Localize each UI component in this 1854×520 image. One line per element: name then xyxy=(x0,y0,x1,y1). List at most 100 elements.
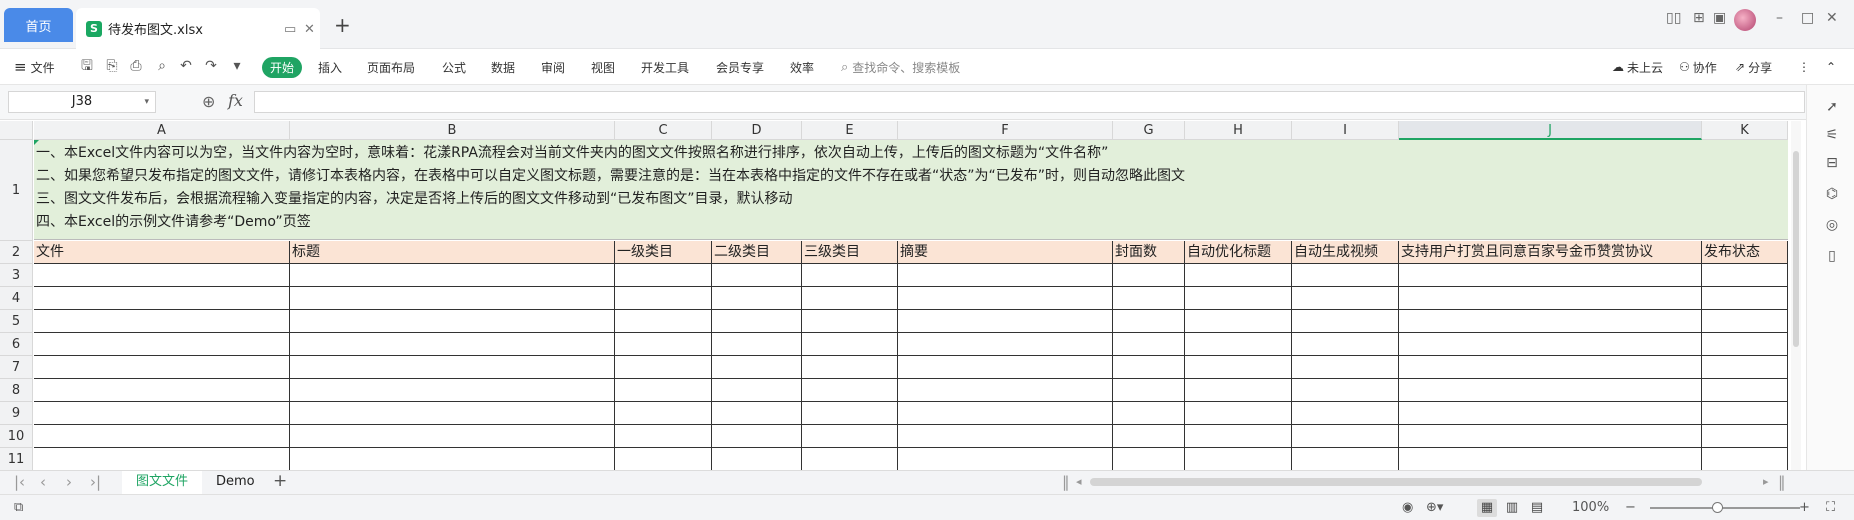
scroll-split-handle[interactable]: ‖ xyxy=(1062,473,1070,491)
zoom-search-icon[interactable]: ⊕ xyxy=(202,92,215,111)
table-cell[interactable] xyxy=(1399,333,1702,356)
skin-icon[interactable]: ▣ xyxy=(1713,10,1726,26)
tab-data[interactable]: 数据 xyxy=(491,49,515,85)
first-sheet-icon[interactable]: |‹ xyxy=(14,473,25,491)
table-cell[interactable] xyxy=(615,264,712,287)
print-icon[interactable]: ⎙ xyxy=(128,58,144,74)
column-header-c[interactable]: C xyxy=(615,121,712,140)
redo-icon[interactable]: ↷ xyxy=(203,58,219,74)
language-icon[interactable]: ⊕▾ xyxy=(1426,500,1443,515)
normal-view-button[interactable]: ▦ xyxy=(1477,499,1497,517)
header-cell[interactable]: 标题 xyxy=(290,241,615,264)
table-cell[interactable] xyxy=(1702,333,1788,356)
table-cell[interactable] xyxy=(1292,264,1399,287)
scroll-split-handle-right[interactable]: ‖ xyxy=(1778,473,1786,491)
table-cell[interactable] xyxy=(34,402,290,425)
table-cell[interactable] xyxy=(802,379,898,402)
table-cell[interactable] xyxy=(1292,379,1399,402)
table-cell[interactable] xyxy=(34,379,290,402)
table-cell[interactable] xyxy=(290,356,615,379)
table-cell[interactable] xyxy=(615,379,712,402)
vertical-scrollbar[interactable] xyxy=(1791,121,1801,470)
tab-start[interactable]: 开始 xyxy=(262,57,302,78)
column-header-a[interactable]: A xyxy=(34,121,290,140)
column-header-b[interactable]: B xyxy=(290,121,615,140)
sheet-tab-demo[interactable]: Demo xyxy=(202,471,269,494)
name-box[interactable]: J38 ▾ xyxy=(8,91,156,113)
collapse-ribbon-icon[interactable]: ⌃ xyxy=(1826,49,1836,85)
horizontal-scrollbar[interactable] xyxy=(1090,477,1702,487)
table-cell[interactable] xyxy=(1113,264,1185,287)
table-cell[interactable] xyxy=(1399,379,1702,402)
notes-merged-cell[interactable]: 一、本Excel文件内容可以为空，当文件内容为空时，意味着：花漾RPA流程会对当… xyxy=(34,140,1788,240)
column-header-e[interactable]: E xyxy=(802,121,898,140)
table-cell[interactable] xyxy=(712,448,802,470)
table-cell[interactable] xyxy=(34,356,290,379)
table-cell[interactable] xyxy=(34,264,290,287)
assistant-icon[interactable]: ⌬ xyxy=(1824,186,1840,202)
row-header[interactable]: 9 xyxy=(0,402,33,425)
table-cell[interactable] xyxy=(1185,310,1292,333)
sheet-tab-active[interactable]: 图文文件 xyxy=(122,471,203,494)
row-header[interactable]: 5 xyxy=(0,310,33,333)
row-header[interactable]: 2 xyxy=(0,241,33,264)
table-cell[interactable] xyxy=(898,333,1113,356)
table-cell[interactable] xyxy=(1399,287,1702,310)
table-cell[interactable] xyxy=(615,310,712,333)
header-cell[interactable]: 三级类目 xyxy=(802,241,898,264)
table-cell[interactable] xyxy=(1292,448,1399,470)
table-cell[interactable] xyxy=(290,264,615,287)
table-cell[interactable] xyxy=(34,310,290,333)
tab-page-layout[interactable]: 页面布局 xyxy=(367,49,415,85)
header-cell[interactable]: 自动生成视频 xyxy=(1292,241,1399,264)
cursor-select-icon[interactable]: ➚ xyxy=(1824,99,1840,115)
table-cell[interactable] xyxy=(712,425,802,448)
zoom-slider-track[interactable] xyxy=(1650,507,1800,509)
table-cell[interactable] xyxy=(1702,356,1788,379)
horizontal-scroll-thumb[interactable] xyxy=(1090,478,1702,486)
select-all-corner[interactable] xyxy=(0,121,33,140)
zoom-out-button[interactable]: − xyxy=(1625,500,1636,515)
last-sheet-icon[interactable]: ›| xyxy=(90,473,101,491)
sliders-icon[interactable]: ⚟ xyxy=(1824,127,1840,143)
maximize-icon[interactable]: □ xyxy=(1801,10,1814,26)
table-cell[interactable] xyxy=(1702,425,1788,448)
eye-protect-icon[interactable]: ◉ xyxy=(1402,500,1413,515)
column-header-h[interactable]: H xyxy=(1185,121,1292,140)
column-header-g[interactable]: G xyxy=(1113,121,1185,140)
table-cell[interactable] xyxy=(1185,448,1292,470)
column-header-d[interactable]: D xyxy=(712,121,802,140)
monitor-icon[interactable]: ▭ xyxy=(284,22,296,37)
table-cell[interactable] xyxy=(898,264,1113,287)
table-cell[interactable] xyxy=(802,333,898,356)
save-icon[interactable]: 🖫 xyxy=(79,58,95,74)
row-header[interactable]: 10 xyxy=(0,425,33,448)
tab-efficiency[interactable]: 效率 xyxy=(790,49,814,85)
table-cell[interactable] xyxy=(1185,264,1292,287)
table-cell[interactable] xyxy=(1113,356,1185,379)
file-tab[interactable]: S 待发布图文.xlsx ▭ ✕ xyxy=(76,8,320,49)
table-style-icon[interactable]: ⊟ xyxy=(1824,155,1840,171)
function-icon[interactable]: fx xyxy=(228,91,243,110)
table-cell[interactable] xyxy=(712,356,802,379)
row-header[interactable]: 8 xyxy=(0,379,33,402)
close-window-icon[interactable]: ✕ xyxy=(1826,10,1838,26)
header-cell[interactable]: 发布状态 xyxy=(1702,241,1788,264)
table-cell[interactable] xyxy=(1399,356,1702,379)
table-cell[interactable] xyxy=(802,425,898,448)
table-cell[interactable] xyxy=(712,333,802,356)
close-tab-icon[interactable]: ✕ xyxy=(304,22,315,37)
scroll-right-icon[interactable]: ▸ xyxy=(1763,475,1769,488)
table-cell[interactable] xyxy=(1185,333,1292,356)
table-cell[interactable] xyxy=(1292,287,1399,310)
table-cell[interactable] xyxy=(615,425,712,448)
zoom-level[interactable]: 100% xyxy=(1572,500,1609,515)
row-header[interactable]: 1 xyxy=(0,140,33,241)
table-cell[interactable] xyxy=(1113,379,1185,402)
cloud-status[interactable]: ☁ 未上云 xyxy=(1612,49,1663,85)
table-cell[interactable] xyxy=(1399,310,1702,333)
row-header[interactable]: 3 xyxy=(0,264,33,287)
table-cell[interactable] xyxy=(1292,425,1399,448)
table-cell[interactable] xyxy=(898,425,1113,448)
table-cell[interactable] xyxy=(712,310,802,333)
